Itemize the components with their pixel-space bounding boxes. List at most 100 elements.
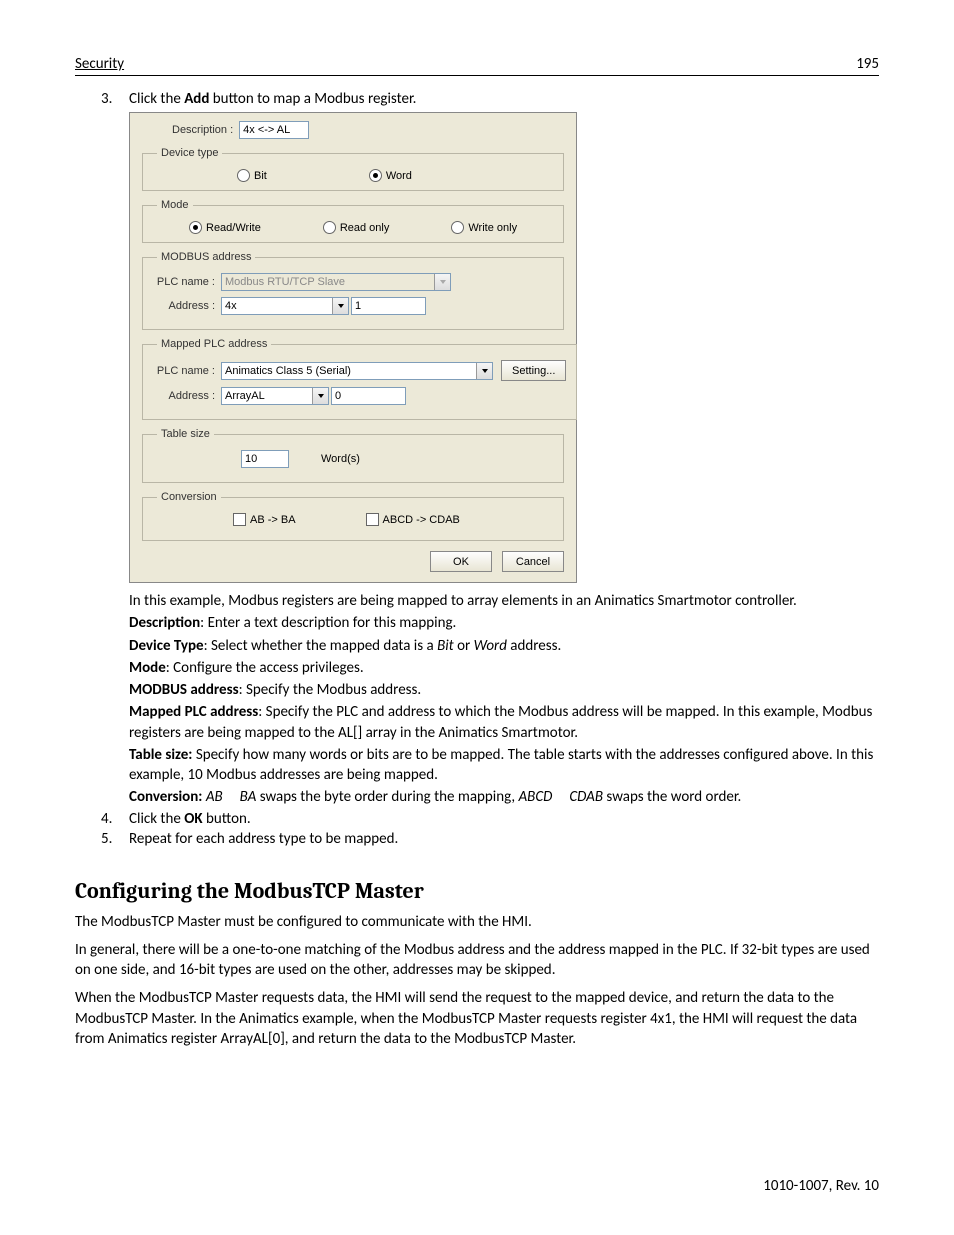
- description-label: Description :: [172, 124, 239, 136]
- mapped-plc-select[interactable]: Animatics Class 5 (Serial): [221, 362, 493, 380]
- combo-value: 4x: [225, 300, 237, 312]
- mapped-plc-legend: Mapped PLC address: [157, 338, 271, 350]
- text: swaps the byte order during the mapping,: [256, 788, 518, 806]
- chevron-down-icon: [332, 298, 348, 314]
- mode-legend: Mode: [157, 199, 193, 211]
- text-bold: Device Type: [129, 637, 204, 655]
- radio-readwrite[interactable]: Read/Write: [185, 221, 261, 234]
- paragraph: When the ModbusTCP Master requests data,…: [75, 988, 879, 1049]
- setting-button[interactable]: Setting...: [501, 360, 566, 381]
- text: Specify how many words or bits are to be…: [129, 746, 873, 784]
- radio-writeonly[interactable]: Write only: [447, 221, 517, 234]
- plc-name-label: PLC name :: [153, 365, 221, 377]
- checkbox-ab-ba[interactable]: AB -> BA: [233, 513, 296, 526]
- explain-device-type: Device Type: Select whether the mapped d…: [129, 636, 879, 656]
- footer-rev: 1010-1007, Rev. 10: [763, 1177, 879, 1195]
- table-size-unit: Word(s): [321, 453, 360, 465]
- text-italic: Word: [474, 637, 507, 655]
- radio-word[interactable]: Word: [365, 169, 412, 182]
- header-page: 195: [856, 55, 879, 73]
- step-body: Repeat for each address type to be mappe…: [129, 830, 879, 848]
- paragraph: In general, there will be a one-to-one m…: [75, 940, 879, 981]
- text: swaps the word order.: [603, 788, 741, 806]
- table-size-group: Table size 10 Word(s): [142, 428, 564, 483]
- modbus-address-legend: MODBUS address: [157, 251, 255, 263]
- cancel-button[interactable]: Cancel: [502, 551, 564, 572]
- address-label: Address :: [153, 300, 221, 312]
- step-number: 3.: [101, 90, 129, 589]
- explain-conversion: Conversion: AB BA swaps the byte order d…: [129, 787, 879, 807]
- ok-button[interactable]: OK: [430, 551, 492, 572]
- description-input[interactable]: 4x <-> AL: [239, 121, 309, 139]
- combo-value: Modbus RTU/TCP Slave: [225, 276, 345, 288]
- step-body: Click the Add button to map a Modbus reg…: [129, 90, 879, 589]
- radio-label: Read/Write: [206, 222, 261, 234]
- mapped-address-number-input[interactable]: 0: [331, 387, 406, 405]
- explain-modbus-address: MODBUS address: Specify the Modbus addre…: [129, 680, 879, 700]
- checkbox-label: ABCD -> CDAB: [383, 514, 460, 526]
- text-italic: ABCD CDAB: [518, 788, 603, 806]
- checkbox-label: AB -> BA: [250, 514, 296, 526]
- text: : Select whether the mapped data is a: [204, 637, 437, 655]
- explain-description: Description: Enter a text description fo…: [129, 613, 879, 633]
- explain-mapped-plc: Mapped PLC address: Specify the PLC and …: [129, 702, 879, 743]
- section-heading: Configuring the ModbusTCP Master: [75, 878, 879, 904]
- conversion-group: Conversion AB -> BA ABCD -> CDAB: [142, 491, 564, 541]
- text: Click the: [129, 90, 184, 108]
- page-header: Security 195: [75, 55, 879, 76]
- radio-label: Word: [386, 170, 412, 182]
- text-bold: Description: [129, 614, 200, 632]
- step-number: 4.: [101, 810, 129, 828]
- text: address.: [507, 637, 561, 655]
- explain-intro: In this example, Modbus registers are be…: [129, 591, 879, 611]
- device-type-group: Device type Bit Word: [142, 147, 564, 191]
- combo-value: Animatics Class 5 (Serial): [225, 365, 351, 377]
- radio-label: Bit: [254, 170, 267, 182]
- text: button.: [203, 810, 251, 828]
- checkbox-abcd-cdab[interactable]: ABCD -> CDAB: [366, 513, 460, 526]
- chevron-down-icon: [476, 363, 492, 379]
- radio-bit[interactable]: Bit: [233, 169, 267, 182]
- address-type-select[interactable]: 4x: [221, 297, 349, 315]
- mode-group: Mode Read/Write Read only Write only: [142, 199, 564, 243]
- step-body: Click the OK button.: [129, 810, 879, 828]
- step-number: 5.: [101, 830, 129, 848]
- explain-mode: Mode: Configure the access privileges.: [129, 658, 879, 678]
- mapped-plc-group: Mapped PLC address PLC name : Animatics …: [142, 338, 577, 420]
- radio-label: Write only: [468, 222, 517, 234]
- text-italic: AB BA: [202, 788, 256, 806]
- text-bold: Add: [184, 90, 209, 108]
- chevron-down-icon: [434, 274, 450, 290]
- text-bold: Conversion:: [129, 788, 202, 806]
- conversion-legend: Conversion: [157, 491, 221, 503]
- address-label: Address :: [153, 390, 221, 402]
- text: : Specify the Modbus address.: [239, 681, 422, 699]
- table-size-input[interactable]: 10: [241, 450, 289, 468]
- text: : Enter a text description for this mapp…: [200, 614, 456, 632]
- chevron-down-icon: [312, 388, 328, 404]
- modbus-address-group: MODBUS address PLC name : Modbus RTU/TCP…: [142, 251, 564, 330]
- checkbox-icon: [366, 513, 379, 526]
- plc-name-select: Modbus RTU/TCP Slave: [221, 273, 451, 291]
- mapped-address-type-select[interactable]: ArrayAL: [221, 387, 329, 405]
- modbus-mapping-dialog: Description : 4x <-> AL Device type Bit …: [129, 112, 577, 583]
- text: or: [454, 637, 474, 655]
- text: button to map a Modbus register.: [209, 90, 416, 108]
- plc-name-label: PLC name :: [153, 276, 221, 288]
- text: Click the: [129, 810, 184, 828]
- radio-readonly[interactable]: Read only: [319, 221, 390, 234]
- text-bold: MODBUS address: [129, 681, 239, 699]
- address-number-input[interactable]: 1: [351, 297, 426, 315]
- text-bold: OK: [184, 810, 202, 828]
- text-italic: Bit: [437, 637, 454, 655]
- text: : Configure the access privileges.: [166, 659, 364, 677]
- header-section: Security: [75, 55, 124, 73]
- combo-value: ArrayAL: [225, 390, 265, 402]
- text-bold: Mapped PLC address: [129, 703, 258, 721]
- radio-label: Read only: [340, 222, 390, 234]
- table-size-legend: Table size: [157, 428, 214, 440]
- device-type-legend: Device type: [157, 147, 222, 159]
- text-bold: Mode: [129, 659, 166, 677]
- paragraph: The ModbusTCP Master must be configured …: [75, 912, 879, 932]
- explain-table-size: Table size: Specify how many words or bi…: [129, 745, 879, 786]
